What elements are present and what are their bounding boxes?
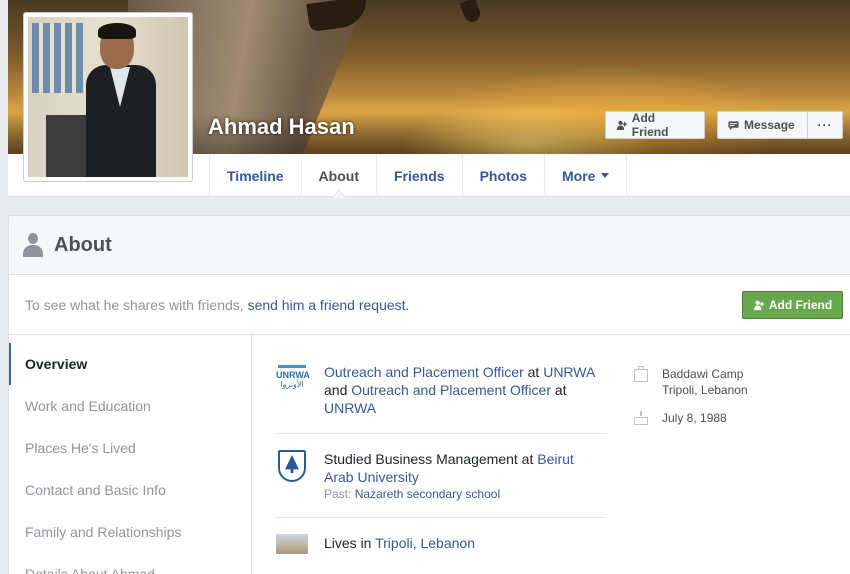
side-nav-places-lived[interactable]: Places He's Lived <box>9 427 251 469</box>
city-photo-icon[interactable] <box>276 534 308 554</box>
add-friend-icon <box>616 120 627 130</box>
lives-place-link[interactable]: Tripoli, Lebanon <box>375 535 475 551</box>
past-school-link[interactable]: Nazareth secondary school <box>355 487 500 501</box>
lives-prefix: Lives in <box>324 535 372 551</box>
education-prefix: Studied Business Management at <box>324 451 534 467</box>
friend-request-prefix: To see what he shares with friends, <box>25 296 244 313</box>
building-icon <box>633 366 649 382</box>
birthday-fact: July 8, 1988 <box>633 410 833 426</box>
more-options-icon: ··· <box>817 118 833 132</box>
side-nav-work-education[interactable]: Work and Education <box>9 385 251 427</box>
tab-label: Timeline <box>227 167 284 184</box>
job-title-link[interactable]: Outreach and Placement Officer <box>351 382 551 398</box>
location-fact: Baddawi Camp Tripoli, Lebanon <box>633 366 833 398</box>
location-text: Baddawi Camp Tripoli, Lebanon <box>662 366 748 398</box>
overview-list: UNRWA الأونروا Outreach and Placement Of… <box>276 363 606 554</box>
cover-silhouette <box>306 0 370 33</box>
side-nav-family-relationships[interactable]: Family and Relationships <box>9 511 251 553</box>
overview-work-item: UNRWA الأونروا Outreach and Placement Of… <box>276 363 606 417</box>
profile-facts: Baddawi Camp Tripoli, Lebanon July 8, 19… <box>633 366 833 438</box>
birthday-text: July 8, 1988 <box>662 411 727 425</box>
tab-label: Photos <box>479 167 528 184</box>
person-icon <box>23 233 43 257</box>
education-text: Studied Business Management at Beirut Ar… <box>324 450 606 486</box>
employer-link[interactable]: UNRWA <box>324 400 376 416</box>
overview-lives-item: Lives in Tripoli, Lebanon <box>276 534 606 554</box>
send-friend-request-link[interactable]: send him a friend request. <box>248 297 410 313</box>
photo-person-hair <box>98 23 136 39</box>
about-title: About <box>54 233 112 256</box>
more-options-button[interactable]: ··· <box>807 111 843 139</box>
message-label: Message <box>744 118 795 132</box>
about-card: About To see what he shares with friends… <box>8 215 850 574</box>
unrwa-logo-text-ar: الأونروا <box>280 380 304 389</box>
cover-silhouette-small <box>459 0 483 25</box>
tab-label: Friends <box>393 167 445 184</box>
employer-link[interactable]: UNRWA <box>543 364 594 380</box>
friend-request-text: To see what he shares with friends, send… <box>25 297 409 313</box>
photo-poster <box>32 23 86 93</box>
at-text: at <box>554 382 567 398</box>
divider <box>276 517 606 518</box>
location-line2: Tripoli, Lebanon <box>662 383 748 397</box>
about-header: About <box>9 216 850 275</box>
university-crest-icon[interactable] <box>276 450 308 482</box>
unrwa-logo-icon[interactable]: UNRWA الأونروا <box>276 363 310 395</box>
add-friend-button[interactable]: Add Friend <box>605 111 705 139</box>
add-friend-label: Add Friend <box>631 111 669 139</box>
side-nav-contact-info[interactable]: Contact and Basic Info <box>9 469 251 511</box>
message-button[interactable]: Message <box>717 111 807 139</box>
chevron-down-icon <box>601 173 610 178</box>
add-friend-icon <box>753 300 764 310</box>
overview-education-item: Studied Business Management at Beirut Ar… <box>276 450 606 501</box>
unrwa-logo-text: UNRWA <box>276 370 310 380</box>
education-block: Studied Business Management at Beirut Ar… <box>324 450 606 501</box>
tab-photos[interactable]: Photos <box>461 154 544 197</box>
message-icon <box>728 120 739 130</box>
profile-photo <box>28 17 188 177</box>
about-side-nav: Overview Work and Education Places He's … <box>9 335 252 574</box>
at-text: at <box>527 364 540 380</box>
photo-rack <box>46 115 86 177</box>
tab-timeline[interactable]: Timeline <box>209 154 301 197</box>
job-title-link[interactable]: Outreach and Placement Officer <box>324 364 524 380</box>
side-nav-overview[interactable]: Overview <box>9 343 251 385</box>
and-text: and <box>324 382 348 398</box>
profile-name[interactable]: Ahmad Hasan <box>208 114 355 140</box>
work-text: Outreach and Placement Officer at UNRWA … <box>324 363 606 417</box>
tab-about[interactable]: About <box>300 154 376 198</box>
birthday-cake-icon <box>633 410 649 426</box>
add-friend-green-label: Add Friend <box>768 298 833 312</box>
tab-friends[interactable]: Friends <box>375 154 462 197</box>
add-friend-green-button[interactable]: Add Friend <box>742 291 843 319</box>
past-label: Past: <box>324 487 352 501</box>
tab-label: More <box>562 167 596 184</box>
tab-label: About <box>318 167 359 184</box>
about-body: Overview Work and Education Places He's … <box>9 335 850 574</box>
profile-tabs: Timeline About Friends Photos More <box>209 154 628 198</box>
side-nav-details[interactable]: Details About Ahmad <box>9 553 251 574</box>
location-line1: Baddawi Camp <box>662 367 744 381</box>
divider <box>276 433 606 434</box>
lives-text: Lives in Tripoli, Lebanon <box>324 534 475 554</box>
tab-more[interactable]: More <box>544 154 628 197</box>
past-school: Past: Nazareth secondary school <box>324 487 606 501</box>
friend-request-row: To see what he shares with friends, send… <box>9 275 850 335</box>
profile-picture[interactable] <box>23 12 193 182</box>
